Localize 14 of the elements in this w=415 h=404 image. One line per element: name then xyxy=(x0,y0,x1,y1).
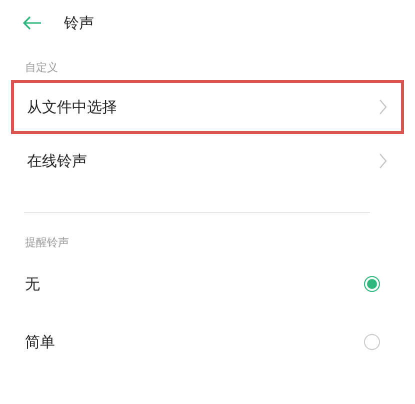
row-label: 从文件中选择 xyxy=(27,98,117,116)
option-label: 简单 xyxy=(25,332,55,352)
row-label: 在线铃声 xyxy=(27,152,87,170)
radio-button[interactable] xyxy=(364,334,380,350)
menu-row[interactable]: 在线铃声 xyxy=(11,134,404,188)
option-label: 无 xyxy=(25,274,40,294)
menu-row[interactable]: 从文件中选择 xyxy=(11,80,404,134)
page-title: 铃声 xyxy=(64,14,94,32)
chevron-icon xyxy=(379,153,387,169)
section-label: 自定义 xyxy=(24,60,59,76)
back-icon[interactable] xyxy=(22,16,42,30)
radio-button[interactable] xyxy=(364,276,380,292)
chevron-icon xyxy=(379,99,387,115)
section-label: 提醒铃声 xyxy=(24,235,70,251)
